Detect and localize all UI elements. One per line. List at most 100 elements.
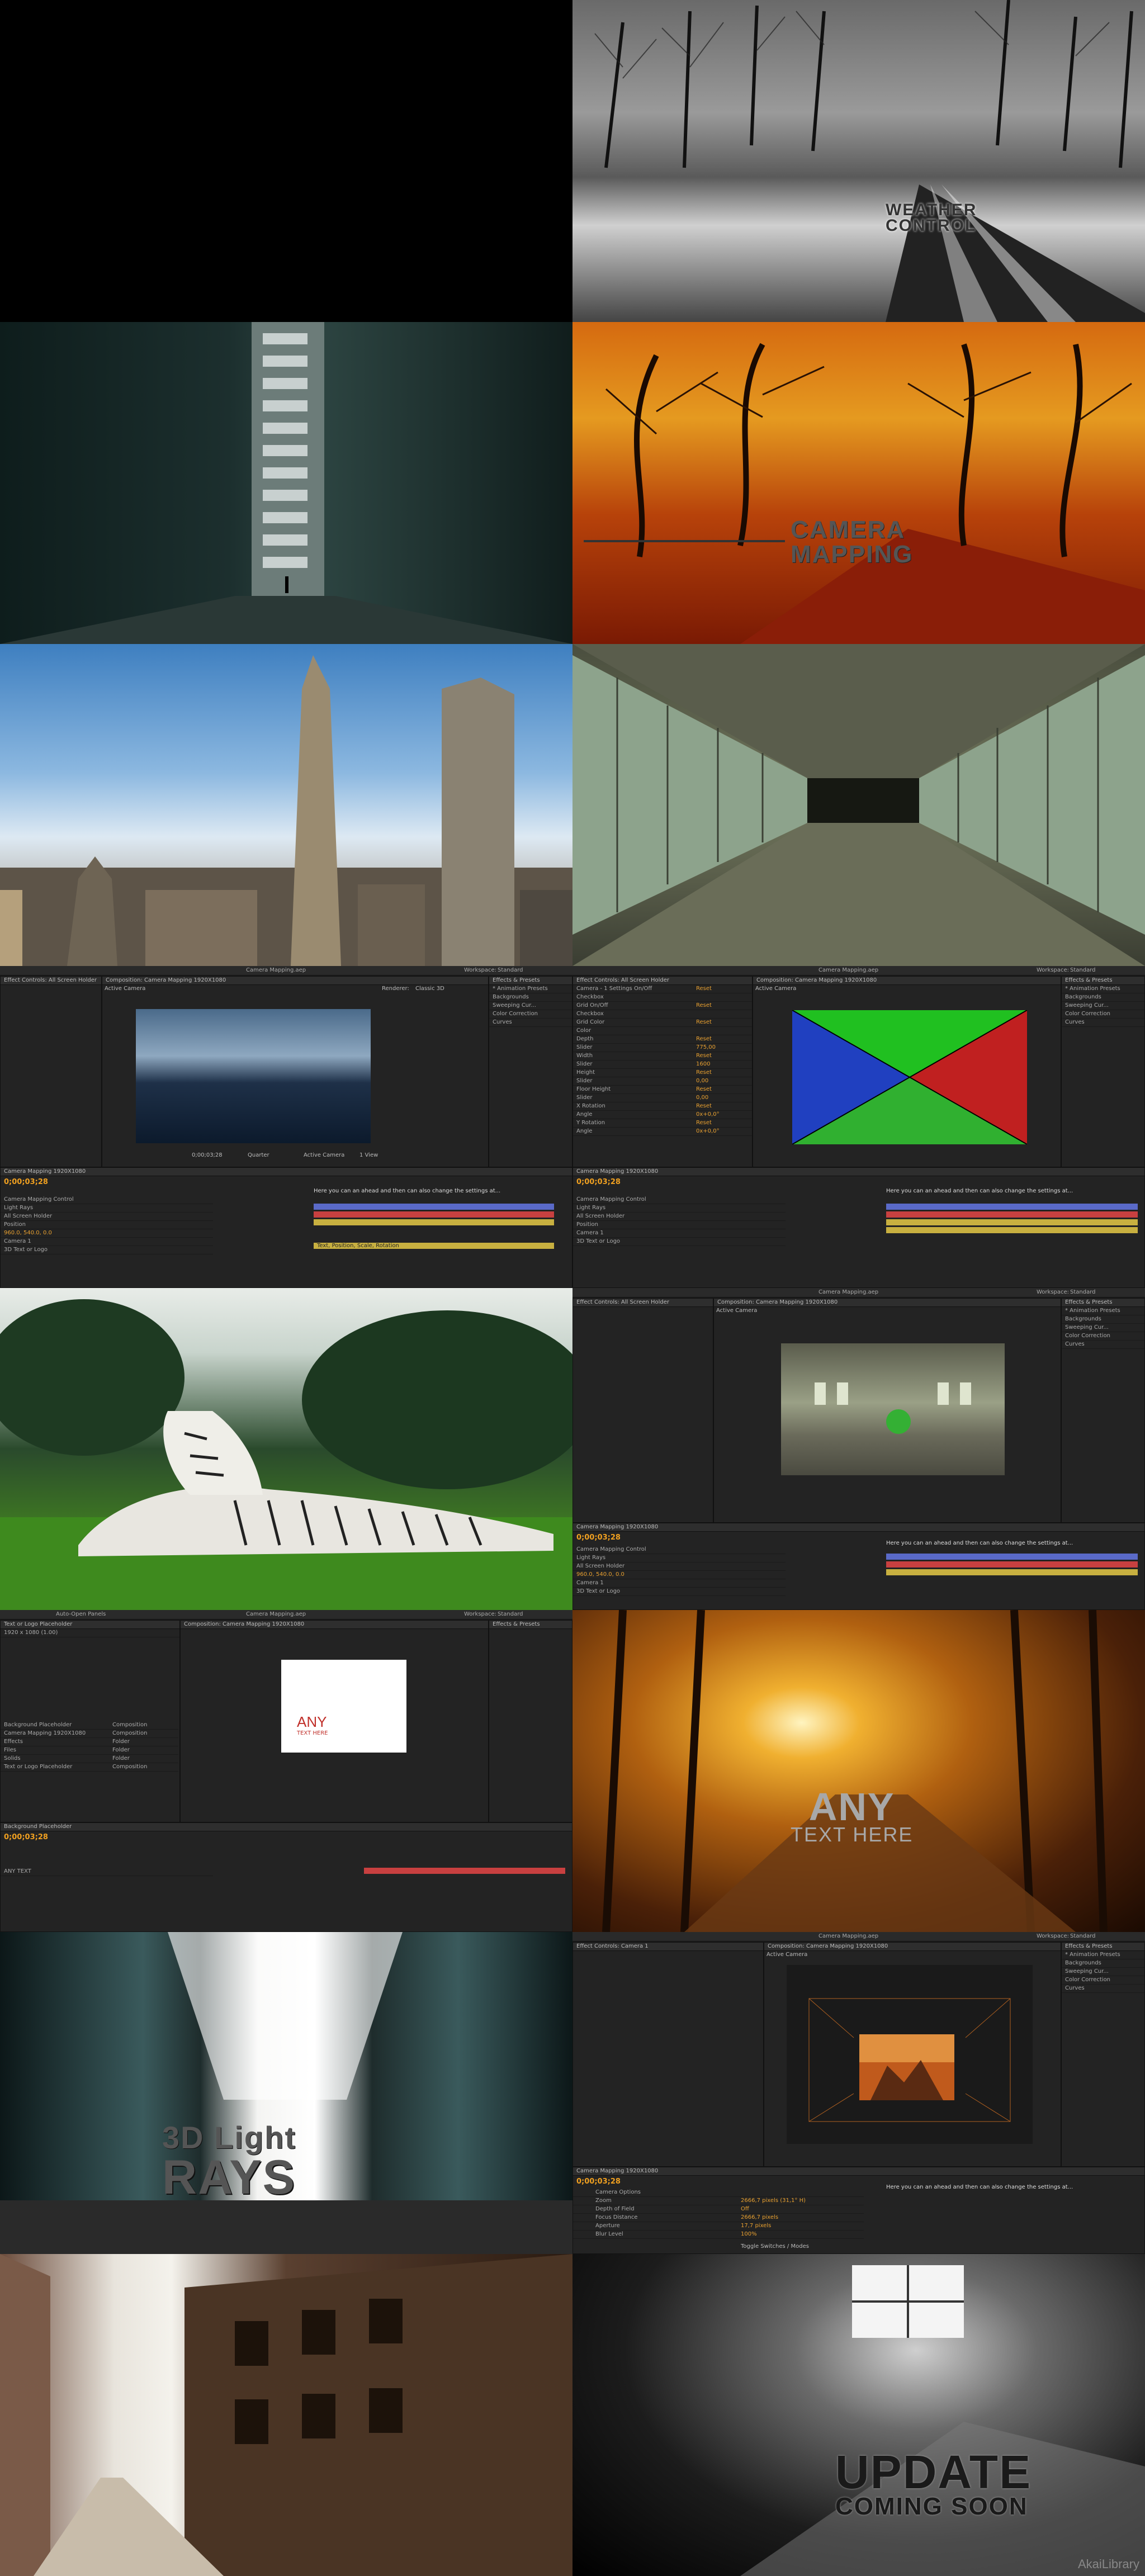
layer-row[interactable]: Camera Mapping Control [573,1546,786,1554]
layer-row[interactable]: Camera 1 [573,1579,786,1588]
composition-title[interactable]: Composition: Camera Mapping 1920X1080 [102,977,488,985]
preset-item[interactable]: Color Correction [1062,1010,1144,1019]
timeline-tab[interactable]: Camera Mapping 1920X1080 [573,2167,1144,2176]
timeline-bar-blue[interactable] [886,1554,1138,1560]
timeline-tab[interactable]: Background Placeholder [1,1823,572,1831]
viewer-quarter[interactable]: Quarter [248,1152,269,1158]
row-item[interactable]: Depth Reset [573,1035,752,1044]
timeline-bar-blue[interactable] [314,1204,554,1210]
layer-row[interactable]: 3D Text or Logo [1,1246,213,1254]
layer-row[interactable]: Light Rays [1,1204,213,1213]
composition-title[interactable]: Composition: Camera Mapping 1920X1080 [714,1299,1061,1307]
effects-presets-title[interactable]: Effects & Presets [489,977,572,985]
row-item[interactable]: Angle 0x+0,0° [573,1128,752,1136]
workspace-value[interactable]: Standard [1070,967,1096,973]
row-item[interactable]: Grid On/Off Reset [573,1002,752,1010]
layer-row[interactable]: Camera Mapping Control [1,1196,213,1204]
row-item[interactable]: Zoom 2666,7 pixels (31,1° H) [573,2197,864,2205]
preset-item[interactable]: Curves [1062,1019,1144,1027]
layer-row[interactable]: All Screen Holder [573,1562,786,1571]
timeline-timecode[interactable]: 0;00;03;28 [4,1833,48,1841]
preset-item[interactable]: * Animation Presets [489,985,572,993]
row-item[interactable]: Camera Mapping 1920X1080 Composition [1,1730,178,1738]
auto-open-panels[interactable]: Auto-Open Panels [56,1611,106,1617]
timeline-bar-red[interactable] [886,1211,1138,1218]
hall-viewer[interactable] [781,1343,1005,1475]
timeline-timecode[interactable]: 0;00;03;28 [576,1533,621,1542]
layer-row[interactable]: Camera 1 [573,1229,786,1238]
renderer-value[interactable]: Classic 3D [415,986,444,992]
composition-title[interactable]: Composition: Camera Mapping 1920X1080 [753,977,1061,985]
viewer-active-camera[interactable]: Active Camera [304,1152,344,1158]
row-item[interactable]: Slider 0,00 [573,1094,752,1102]
placeholder-viewer[interactable]: ANY TEXT HERE [281,1660,406,1753]
timeline-bar-red[interactable] [314,1211,554,1218]
timeline-timecode[interactable]: 0;00;03;28 [576,2177,621,2186]
row-item[interactable]: Effects Folder [1,1738,178,1746]
row-item[interactable]: Text or Logo Placeholder Composition [1,1763,178,1772]
effects-presets-title[interactable]: Effects & Presets [1062,977,1144,985]
row-item[interactable]: Files Folder [1,1746,178,1755]
composition-title[interactable]: Composition: Camera Mapping 1920X1080 [181,1621,488,1629]
preset-item[interactable]: Backgrounds [1062,1959,1144,1968]
mapping-grid-viewer[interactable] [792,1010,1028,1145]
preset-item[interactable]: Curves [489,1019,572,1027]
timeline-bar-red[interactable] [886,1561,1138,1568]
timeline-tab[interactable]: Camera Mapping 1920X1080 [1,1168,572,1176]
effect-controls-title[interactable]: Effect Controls: All Screen Holder [573,1299,713,1307]
row-item[interactable]: Camera - 1 Settings On/Off Reset [573,985,752,993]
row-item[interactable]: Aperture 17,7 pixels [573,2222,864,2231]
row-item[interactable]: Depth of Field Off [573,2205,864,2214]
row-item[interactable]: Slider 0,00 [573,1077,752,1086]
row-item[interactable]: Slider 775,00 [573,1044,752,1052]
row-item[interactable]: Checkbox [573,1010,752,1019]
layer-row[interactable]: ANY TEXT [1,1868,213,1876]
effect-controls-title[interactable]: Effect Controls: All Screen Holder [1,977,101,985]
row-item[interactable]: Checkbox [573,993,752,1002]
row-item[interactable]: Height Reset [573,1069,752,1077]
viewer-timecode[interactable]: 0;00;03;28 [192,1152,223,1158]
effect-controls-title[interactable]: Effect Controls: All Screen Holder [573,977,752,985]
toggle-switches-label[interactable]: Toggle Switches / Modes [741,2243,809,2250]
ocean-viewer[interactable] [136,1009,371,1143]
layer-row[interactable]: 3D Text or Logo [573,1588,786,1596]
workspace-value[interactable]: Standard [498,1611,523,1617]
row-item[interactable]: Grid Color Reset [573,1019,752,1027]
timeline-timecode[interactable]: 0;00;03;28 [576,1178,621,1186]
preset-item[interactable]: Sweeping Cur... [1062,1324,1144,1332]
preset-item[interactable]: Sweeping Cur... [1062,1968,1144,1976]
row-item[interactable]: Color [573,1027,752,1035]
timeline-tab[interactable]: Camera Mapping 1920X1080 [573,1168,1144,1176]
timeline-bar-red[interactable] [364,1868,565,1874]
row-item[interactable]: Slider 1600 [573,1060,752,1069]
layer-row[interactable]: Position [1,1221,213,1229]
timeline-bar-yellow[interactable] [886,1219,1138,1225]
timeline-bar-yellow[interactable] [886,1569,1138,1575]
preset-item[interactable]: Sweeping Cur... [1062,1002,1144,1010]
workspace-value[interactable]: Standard [498,967,523,973]
layer-row[interactable]: Camera Mapping Control [573,1196,786,1204]
layer-row[interactable]: All Screen Holder [1,1213,213,1221]
timeline-timecode[interactable]: 0;00;03;28 [4,1178,48,1186]
preset-item[interactable]: * Animation Presets [1062,985,1144,993]
timeline-bar-blue[interactable] [886,1204,1138,1210]
effects-presets-title[interactable]: Effects & Presets [1062,1943,1144,1951]
layer-row[interactable]: Position [573,1221,786,1229]
row-item[interactable]: Width Reset [573,1052,752,1060]
workspace-value[interactable]: Standard [1070,1289,1096,1295]
row-item[interactable]: Solids Folder [1,1755,178,1763]
preset-item[interactable]: Curves [1062,1341,1144,1349]
row-item[interactable]: X Rotation Reset [573,1102,752,1111]
preset-item[interactable]: * Animation Presets [1062,1951,1144,1959]
position-value[interactable]: 960.0, 540.0, 0.0 [573,1571,786,1579]
effect-controls-title[interactable]: Effect Controls: Camera 1 [573,1943,763,1951]
preset-item[interactable]: Color Correction [489,1010,572,1019]
preset-item[interactable]: Sweeping Cur... [489,1002,572,1010]
layer-row[interactable]: Camera 1 [1,1238,213,1246]
position-value[interactable]: 960.0, 540.0, 0.0 [1,1229,213,1238]
row-item[interactable]: Camera Options [573,2189,864,2197]
effects-presets-title[interactable]: Effects & Presets [1062,1299,1144,1307]
preset-item[interactable]: Color Correction [1062,1976,1144,1985]
preset-item[interactable]: Backgrounds [1062,1315,1144,1324]
row-item[interactable]: Background Placeholder Composition [1,1721,178,1730]
